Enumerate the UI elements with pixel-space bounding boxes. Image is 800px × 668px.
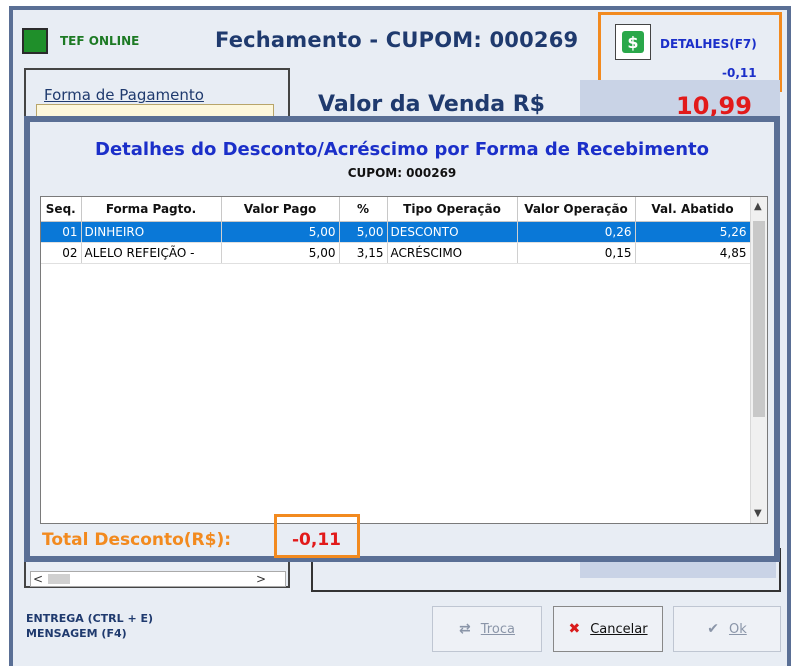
check-icon: ✔ bbox=[707, 621, 719, 637]
page-title: Fechamento - CUPOM: 000269 bbox=[215, 28, 579, 52]
detalhes-button[interactable]: $ bbox=[615, 24, 651, 60]
dialog-subtitle: CUPOM: 000269 bbox=[347, 166, 457, 180]
cell-forma: DINHEIRO bbox=[81, 221, 222, 243]
details-table: Seq. Forma Pagto. Valor Pago % Tipo Oper… bbox=[41, 197, 751, 264]
detalhes-label[interactable]: DETALHES(F7) bbox=[660, 37, 757, 51]
cell-valor-op: 0,26 bbox=[517, 221, 636, 243]
ok-button[interactable]: ✔ Ok bbox=[673, 606, 781, 652]
cell-abatido: 4,85 bbox=[635, 242, 751, 264]
detalhes-value: -0,11 bbox=[722, 66, 757, 80]
total-discount-value: -0,11 bbox=[292, 530, 341, 550]
column-header[interactable]: Tipo Operação bbox=[387, 197, 518, 222]
dollar-icon: $ bbox=[622, 31, 644, 53]
column-header[interactable]: Valor Pago bbox=[221, 197, 340, 222]
table-row[interactable]: 01 DINHEIRO 5,00 5,00 DESCONTO 0,26 5,26 bbox=[41, 221, 751, 243]
scroll-right-icon[interactable]: > bbox=[256, 572, 266, 586]
vertical-scrollbar[interactable]: ▲ ▼ bbox=[750, 197, 767, 523]
cell-seq: 01 bbox=[41, 221, 82, 243]
cell-pct: 3,15 bbox=[339, 242, 388, 264]
close-icon: ✖ bbox=[568, 621, 581, 637]
details-grid[interactable]: Seq. Forma Pagto. Valor Pago % Tipo Oper… bbox=[40, 196, 768, 524]
cell-abatido: 5,26 bbox=[635, 221, 751, 243]
discount-details-dialog: Detalhes do Desconto/Acréscimo por Forma… bbox=[24, 116, 780, 562]
cell-valor-pago: 5,00 bbox=[221, 242, 340, 264]
tef-status-indicator bbox=[22, 28, 48, 54]
troca-button-label: Troca bbox=[480, 621, 515, 637]
column-header[interactable]: Seq. bbox=[41, 197, 82, 222]
troca-button[interactable]: ⇄ Troca bbox=[432, 606, 542, 652]
ok-button-label: Ok bbox=[728, 621, 747, 637]
cell-valor-op: 0,15 bbox=[517, 242, 636, 264]
column-header[interactable]: Val. Abatido bbox=[635, 197, 751, 222]
cell-seq: 02 bbox=[41, 242, 82, 264]
cancel-button[interactable]: ✖ Cancelar bbox=[553, 606, 663, 652]
table-header-row: Seq. Forma Pagto. Valor Pago % Tipo Oper… bbox=[41, 197, 751, 222]
column-header[interactable]: Valor Operação bbox=[517, 197, 636, 222]
tef-status-label: TEF ONLINE bbox=[60, 34, 140, 48]
vertical-scroll-thumb[interactable] bbox=[753, 221, 765, 417]
chevron-down-icon[interactable]: ▼ bbox=[754, 508, 762, 519]
payment-method-label: Forma de Pagamento bbox=[44, 86, 204, 104]
total-discount-label: Total Desconto(R$): bbox=[42, 530, 232, 550]
shortcut-entrega: ENTREGA (CTRL + E) bbox=[26, 612, 154, 625]
scroll-thumb[interactable] bbox=[48, 574, 70, 584]
dialog-title: Detalhes do Desconto/Acréscimo por Forma… bbox=[95, 139, 709, 160]
scroll-left-icon[interactable]: < bbox=[33, 572, 43, 586]
sale-value-label: Valor da Venda R$ bbox=[318, 92, 545, 117]
column-header[interactable]: % bbox=[339, 197, 388, 222]
column-header[interactable]: Forma Pagto. bbox=[81, 197, 222, 222]
chevron-up-icon[interactable]: ▲ bbox=[754, 201, 762, 212]
swap-icon: ⇄ bbox=[459, 621, 471, 637]
cell-valor-pago: 5,00 bbox=[221, 221, 340, 243]
table-row[interactable]: 02 ALELO REFEIÇÃO - 5,00 3,15 ACRÉSCIMO … bbox=[41, 242, 751, 264]
cell-pct: 5,00 bbox=[339, 221, 388, 243]
cell-tipo: DESCONTO bbox=[387, 221, 518, 243]
cancel-button-label: Cancelar bbox=[590, 621, 648, 637]
cell-forma: ALELO REFEIÇÃO - bbox=[81, 242, 222, 264]
shortcut-mensagem: MENSAGEM (F4) bbox=[26, 627, 127, 640]
cell-tipo: ACRÉSCIMO bbox=[387, 242, 518, 264]
